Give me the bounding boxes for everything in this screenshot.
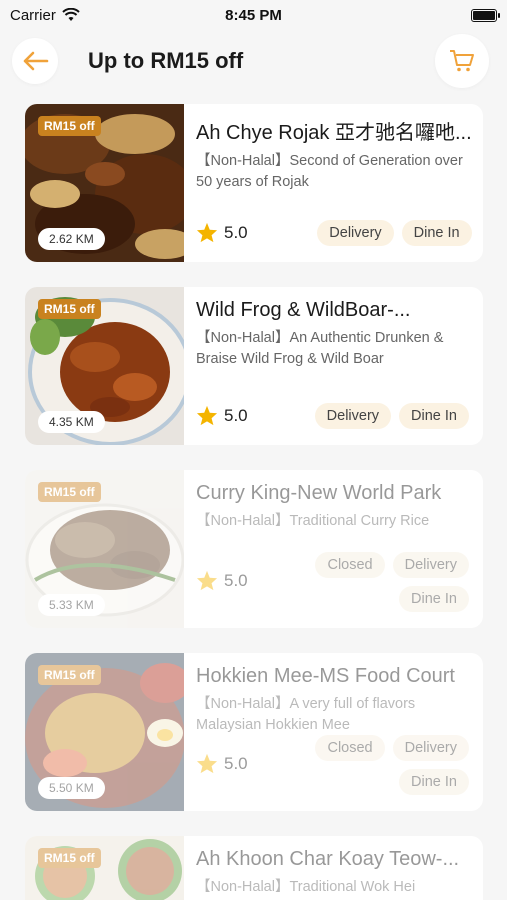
battery-icon (471, 8, 500, 22)
restaurant-card[interactable]: RM15 off 5.50 KM Hokkien Mee-MS Food Cou… (25, 653, 483, 811)
promo-badge: RM15 off (38, 482, 101, 502)
tag-dine-in: Dine In (399, 586, 469, 612)
restaurant-name: Ah Khoon Char Koay Teow-... (196, 848, 460, 870)
rating: 5.0 (196, 570, 248, 591)
star-icon (196, 753, 218, 774)
restaurant-card[interactable]: RM15 off 2.62 KM Ah Chye Rojak 亞才驰名囉吔...… (25, 104, 483, 262)
star-icon (196, 570, 218, 591)
header: Up to RM15 off (0, 30, 507, 92)
char-koay-teow-photo (25, 836, 184, 900)
restaurant-name: Ah Chye Rojak 亞才驰名囉吔... (196, 122, 472, 144)
tag-delivery: Delivery (392, 735, 469, 761)
star-icon (196, 405, 218, 426)
service-tags: Delivery Dine In (314, 403, 469, 429)
status-bar: Carrier 8:45 PM (0, 0, 507, 30)
rating: 5.0 (196, 222, 248, 243)
restaurant-info: Ah Chye Rojak 亞才驰名囉吔... 【Non-Halal】Secon… (184, 104, 483, 262)
restaurant-description: 【Non-Halal】Second of Generation over 50 … (196, 153, 463, 190)
distance-badge: 4.35 KM (38, 411, 105, 433)
wifi-icon (62, 8, 80, 21)
restaurant-photo: RM15 off 5.50 KM (25, 653, 184, 811)
rating-value: 5.0 (224, 222, 248, 242)
restaurant-name: Wild Frog & WildBoar-... (196, 299, 411, 321)
back-button[interactable] (12, 38, 58, 84)
tag-delivery: Delivery (314, 403, 392, 429)
tag-dine-in: Dine In (399, 769, 469, 795)
restaurant-info: Hokkien Mee-MS Food Court 【Non-Halal】A v… (184, 653, 483, 811)
restaurant-card[interactable]: RM15 off 5.33 KM Curry King-New World Pa… (25, 470, 483, 628)
tag-closed: Closed (315, 735, 385, 761)
distance-badge: 5.33 KM (38, 594, 105, 616)
star-icon (196, 222, 218, 243)
carrier-label: Carrier (10, 6, 56, 24)
service-tags: Delivery Dine In (317, 220, 472, 246)
cart-icon (450, 50, 474, 72)
restaurant-info: Ah Khoon Char Koay Teow-... 【Non-Halal】T… (184, 836, 483, 900)
restaurant-card[interactable]: RM15 off 4.35 KM Wild Frog & WildBoar-..… (25, 287, 483, 445)
restaurant-photo: RM15 off (25, 836, 184, 900)
rating-value: 5.0 (224, 405, 248, 425)
restaurant-name: Curry King-New World Park (196, 482, 442, 504)
tag-closed: Closed (315, 552, 385, 578)
promo-badge: RM15 off (38, 116, 101, 136)
cart-button[interactable] (435, 34, 489, 88)
tag-dine-in: Dine In (399, 403, 469, 429)
restaurant-description: 【Non-Halal】Traditional Curry Rice (196, 513, 430, 529)
restaurant-info: Wild Frog & WildBoar-... 【Non-Halal】An A… (184, 287, 483, 445)
service-tags: Closed Delivery Dine In (289, 735, 469, 795)
promo-badge: RM15 off (38, 665, 101, 685)
restaurant-list: RM15 off 2.62 KM Ah Chye Rojak 亞才驰名囉吔...… (25, 104, 483, 900)
restaurant-photo: RM15 off 2.62 KM (25, 104, 184, 262)
status-left: Carrier (10, 7, 80, 24)
page-title: Up to RM15 off (88, 48, 244, 73)
distance-badge: 2.62 KM (38, 228, 105, 250)
restaurant-description: 【Non-Halal】Traditional Wok Hei (196, 879, 416, 895)
tag-delivery: Delivery (317, 220, 394, 246)
service-tags: Closed Delivery Dine In (289, 552, 469, 612)
promo-badge: RM15 off (38, 848, 101, 868)
promo-badge: RM15 off (38, 299, 101, 319)
restaurant-card[interactable]: RM15 off Ah Khoon Char Koay Teow-... 【No… (25, 836, 483, 900)
restaurant-photo: RM15 off 4.35 KM (25, 287, 184, 445)
restaurant-info: Curry King-New World Park 【Non-Halal】Tra… (184, 470, 483, 628)
tag-dine-in: Dine In (401, 220, 472, 246)
tag-delivery: Delivery (392, 552, 469, 578)
rating-value: 5.0 (224, 570, 248, 590)
rating: 5.0 (196, 753, 248, 774)
restaurant-description: 【Non-Halal】An Authentic Drunken & Braise… (196, 330, 444, 367)
back-arrow-icon (23, 51, 49, 71)
rating: 5.0 (196, 405, 248, 426)
restaurant-description: 【Non-Halal】A very full of flavors Malays… (196, 696, 416, 733)
rating-value: 5.0 (224, 753, 248, 773)
restaurant-name: Hokkien Mee-MS Food Court (196, 665, 455, 687)
distance-badge: 5.50 KM (38, 777, 105, 799)
restaurant-photo: RM15 off 5.33 KM (25, 470, 184, 628)
